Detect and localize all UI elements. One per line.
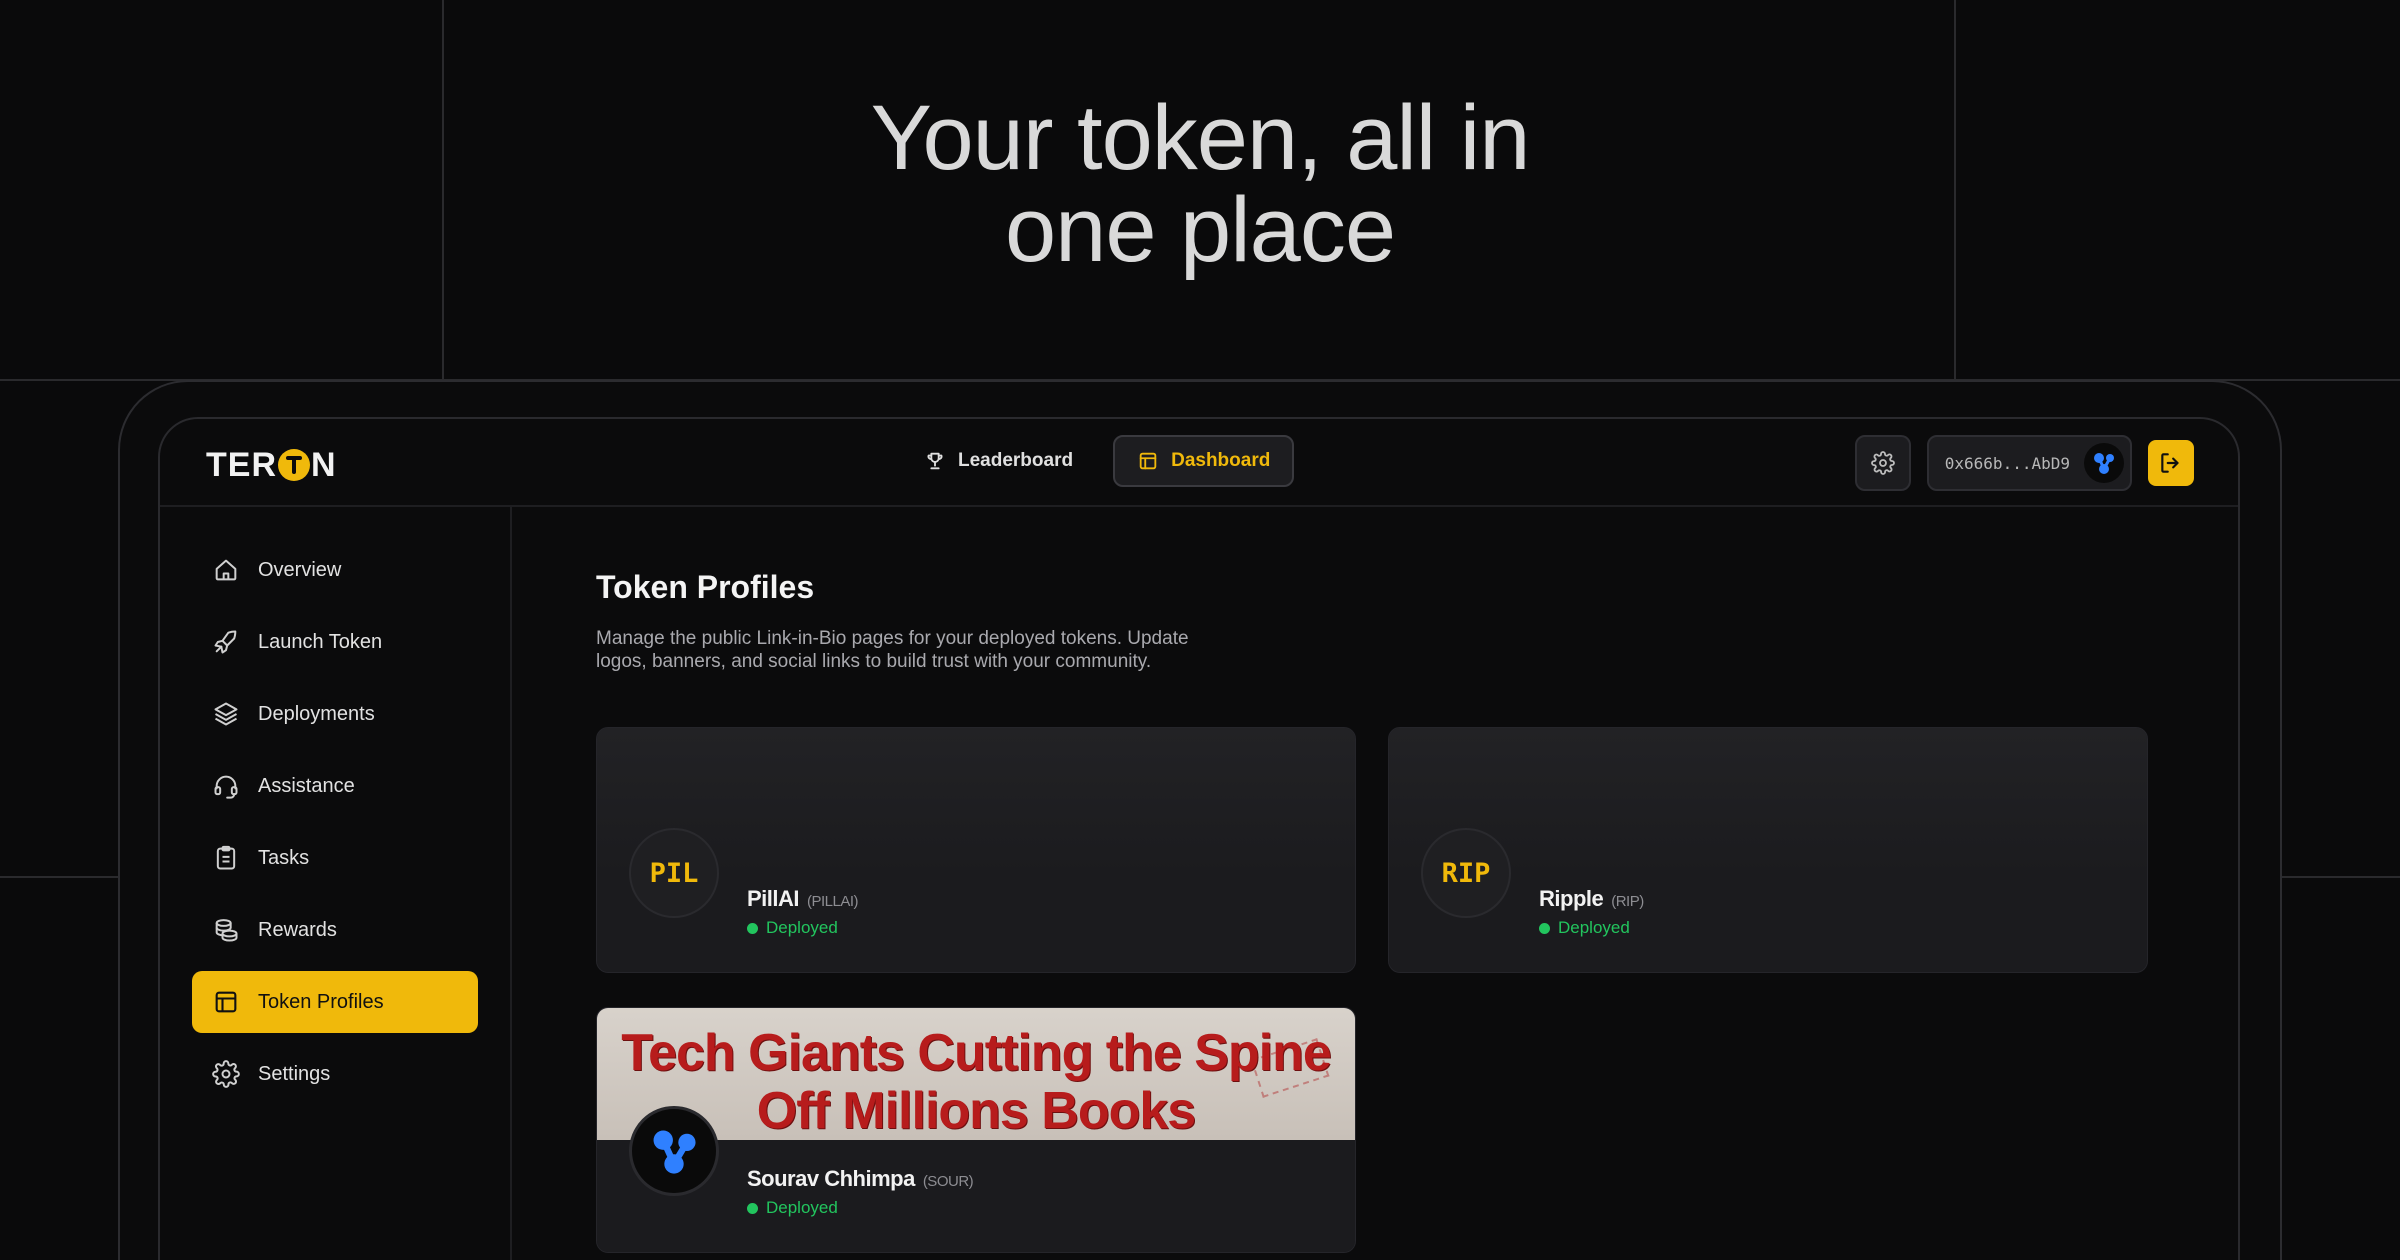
top-actions: 0x666b...AbD9 (1854, 435, 2194, 491)
sidebar-item-label: Rewards (258, 918, 337, 941)
nav-dashboard-label: Dashboard (1171, 450, 1271, 471)
status-text: Deployed (766, 918, 838, 937)
sidebar-item-label: Assistance (258, 774, 355, 797)
token-card-pillai[interactable]: PIL PillAI (PILLAI) Deployed (596, 727, 1356, 973)
sidebar-item-label: Token Profiles (258, 990, 384, 1013)
layers-icon (214, 702, 238, 726)
sidebar-item-label: Settings (258, 1062, 331, 1085)
logo-text-prefix: TER (206, 445, 277, 484)
sidebar-item-label: Launch Token (258, 630, 383, 653)
grid-line (2280, 876, 2400, 878)
status-text: Deployed (1558, 918, 1630, 937)
gear-icon (1870, 451, 1895, 475)
page-title: Token Profiles (596, 569, 815, 605)
sidebar-item-launch-token[interactable]: Launch Token (192, 611, 478, 673)
token-symbol: (RIP) (1611, 893, 1644, 910)
hero-line-2: one place (1005, 179, 1396, 281)
token-card-sourav-chhimpa[interactable]: Tech Giants Cutting the Spine Off Millio… (596, 1007, 1356, 1253)
sidebar-item-rewards[interactable]: Rewards (192, 899, 478, 961)
top-bar: TER N Leaderboard Dashboard 0x666b...AbD… (160, 419, 2238, 507)
token-name: Ripple (RIP) (1539, 886, 1644, 912)
layout-icon (1139, 452, 1157, 470)
main-content: Token Profiles Manage the public Link-in… (514, 507, 2238, 1260)
ripple-icon (653, 1130, 696, 1174)
sidebar-item-tasks[interactable]: Tasks (192, 827, 478, 889)
token-name: PillAI (PILLAI) (747, 886, 859, 912)
hero-line-1: Your token, all in (870, 87, 1531, 189)
layout-icon (215, 991, 237, 1013)
token-name: Sourav Chhimpa (SOUR) (747, 1166, 974, 1192)
wallet-chip[interactable]: 0x666b...AbD9 (1926, 435, 2132, 491)
coins-icon (215, 919, 238, 942)
sidebar-item-token-profiles[interactable]: Token Profiles (192, 971, 478, 1033)
headset-icon (214, 775, 238, 799)
token-card-ripple[interactable]: RIP Ripple (RIP) Deployed (1388, 727, 2148, 973)
sidebar-item-overview[interactable]: Overview (192, 539, 478, 601)
sidebar: Overview Launch Token Deployments Assist… (160, 507, 512, 1260)
nav-leaderboard-label: Leaderboard (958, 450, 1074, 471)
logout-button[interactable] (2148, 440, 2194, 486)
sidebar-item-deployments[interactable]: Deployments (192, 683, 478, 745)
sidebar-item-settings[interactable]: Settings (192, 1043, 478, 1105)
status-badge: Deployed (747, 1198, 838, 1218)
token-name-text: Sourav Chhimpa (747, 1166, 915, 1191)
ripple-icon (2084, 443, 2124, 483)
status-dot-icon (747, 1202, 758, 1214)
sidebar-item-label: Tasks (258, 846, 310, 869)
brand-logo[interactable]: TER N (206, 445, 337, 485)
token-name-text: Ripple (1539, 886, 1604, 911)
token-name-text: PillAI (747, 886, 800, 911)
token-symbol: (PILLAI) (807, 893, 859, 910)
gear-icon (212, 1060, 240, 1088)
status-dot-icon (747, 922, 758, 934)
token-avatar: RIP (1421, 828, 1511, 918)
wallet-address: 0x666b...AbD9 (1944, 453, 2070, 473)
sidebar-item-assistance[interactable]: Assistance (192, 755, 478, 817)
sidebar-item-label: Overview (258, 558, 342, 581)
logo-coin-icon (278, 449, 310, 481)
top-nav: Leaderboard Dashboard (900, 435, 1295, 487)
card-banner-image: Tech Giants Cutting the Spine Off Millio… (597, 1008, 1355, 1140)
trophy-icon (927, 452, 943, 470)
grid-line (0, 876, 120, 878)
status-text: Deployed (766, 1198, 838, 1217)
page-root: Your token, all in one place TER N Leade… (0, 0, 2400, 1260)
app-window: TER N Leaderboard Dashboard 0x666b...AbD… (158, 417, 2240, 1260)
settings-button[interactable] (1854, 435, 1911, 491)
logout-icon (2161, 453, 2179, 473)
status-badge: Deployed (747, 918, 838, 938)
token-avatar-image (629, 1106, 719, 1196)
page-description: Manage the public Link-in-Bio pages for … (596, 628, 1189, 672)
rocket-icon (214, 630, 237, 654)
clipboard-icon (216, 845, 236, 870)
sidebar-item-label: Deployments (258, 702, 375, 725)
home-icon (215, 559, 237, 581)
status-badge: Deployed (1539, 918, 1630, 938)
banner-headline: Tech Giants Cutting the Spine Off Millio… (621, 1024, 1332, 1140)
nav-dashboard[interactable]: Dashboard (1113, 435, 1295, 487)
logo-text-suffix: N (311, 445, 337, 484)
token-avatar: PIL (629, 828, 719, 918)
token-symbol: (SOUR) (922, 1173, 974, 1190)
status-dot-icon (1539, 922, 1550, 934)
hero-heading: Your token, all in one place (0, 92, 2400, 276)
nav-leaderboard[interactable]: Leaderboard (900, 435, 1097, 487)
